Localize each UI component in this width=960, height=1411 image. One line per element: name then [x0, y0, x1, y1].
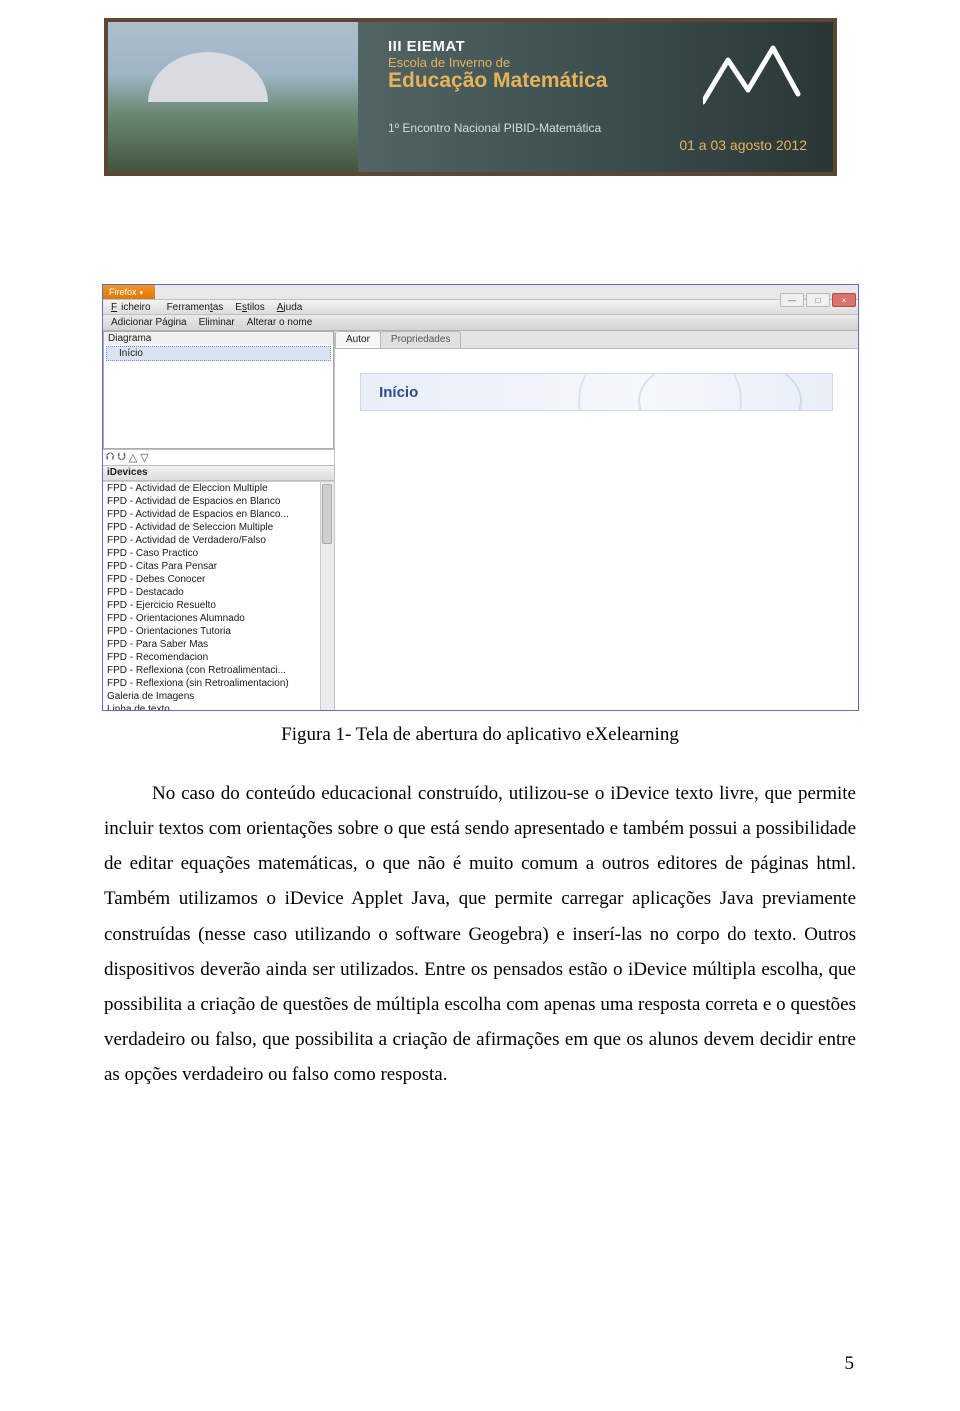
- idevices-scrollbar[interactable]: [320, 482, 334, 710]
- menu-estilos[interactable]: Estilos: [231, 302, 268, 313]
- content-row: Diagrama Início ⮉ ⮋ △ ▽ iDevices FPD - A…: [103, 331, 858, 710]
- menu-ajuda[interactable]: Ajuda: [273, 302, 307, 313]
- firefox-tab-strip: Firefox — □ ×: [103, 285, 858, 299]
- figure-caption: Figura 1- Tela de abertura do aplicativo…: [0, 724, 960, 746]
- tab-autor[interactable]: Autor: [335, 331, 381, 348]
- promote-icon[interactable]: ⮉: [106, 451, 114, 464]
- rename-page-button[interactable]: Alterar o nome: [242, 317, 318, 328]
- tab-propriedades[interactable]: Propriedades: [380, 331, 461, 348]
- outline-header: Diagrama: [104, 332, 333, 345]
- idevice-item[interactable]: FPD - Destacado: [103, 586, 334, 599]
- editor-area: Autor Propriedades Início: [335, 331, 858, 710]
- delete-page-button[interactable]: Eliminar: [194, 317, 240, 328]
- menu-ferramentas[interactable]: Ferramentas: [163, 302, 228, 313]
- menu-ficheiro[interactable]: Ficheiro: [107, 302, 159, 313]
- idevices-list: FPD - Actividad de Eleccion Multiple FPD…: [103, 481, 334, 710]
- idevice-item[interactable]: FPD - Actividad de Seleccion Multiple: [103, 521, 334, 534]
- idevice-item[interactable]: FPD - Caso Practico: [103, 547, 334, 560]
- idevice-item[interactable]: FPD - Citas Para Pensar: [103, 560, 334, 573]
- outline-nav-icons: ⮉ ⮋ △ ▽: [103, 449, 334, 465]
- idevice-item[interactable]: FPD - Recomendacion: [103, 651, 334, 664]
- close-button[interactable]: ×: [832, 293, 856, 307]
- banner-subtitle: 1º Encontro Nacional PIBID-Matemática: [388, 121, 815, 135]
- idevices-header: iDevices: [103, 465, 334, 481]
- mountain-icon: [703, 42, 813, 112]
- idevice-item[interactable]: Galeria de Imagens: [103, 690, 334, 703]
- idevice-item[interactable]: FPD - Orientaciones Alumnado: [103, 612, 334, 625]
- banner-date: 01 a 03 agosto 2012: [388, 137, 815, 153]
- exe-screenshot: Firefox — □ × Ficheiro Ferramentas Estil…: [102, 284, 859, 711]
- idevice-item[interactable]: FPD - Actividad de Espacios en Blanco...: [103, 508, 334, 521]
- idevice-item[interactable]: FPD - Debes Conocer: [103, 573, 334, 586]
- scrollbar-thumb[interactable]: [322, 484, 332, 544]
- idevice-item[interactable]: FPD - Reflexiona (con Retroalimentaci...: [103, 664, 334, 677]
- maximize-button[interactable]: □: [806, 293, 830, 307]
- demote-icon[interactable]: ⮋: [117, 451, 125, 464]
- menu-bar: Ficheiro Ferramentas Estilos Ajuda: [103, 299, 858, 315]
- body-text: No caso do conteúdo educacional construí…: [104, 776, 856, 1092]
- idevice-item[interactable]: FPD - Para Saber Mas: [103, 638, 334, 651]
- idevice-item[interactable]: FPD - Actividad de Espacios en Blanco: [103, 495, 334, 508]
- event-banner: III EIEMAT Escola de Inverno de Educação…: [104, 18, 837, 176]
- firefox-menu-button[interactable]: Firefox: [103, 285, 155, 299]
- idevice-item[interactable]: Linha de texto: [103, 703, 334, 710]
- move-up-icon[interactable]: △: [129, 451, 137, 464]
- window-controls: — □ ×: [780, 293, 856, 307]
- page-toolbar: Adicionar Página Eliminar Alterar o nome: [103, 315, 858, 331]
- outline-panel: Diagrama Início: [103, 331, 334, 449]
- left-sidebar: Diagrama Início ⮉ ⮋ △ ▽ iDevices FPD - A…: [103, 331, 335, 710]
- outline-item-inicio[interactable]: Início: [106, 346, 331, 361]
- idevice-item[interactable]: FPD - Reflexiona (sin Retroalimentacion): [103, 677, 334, 690]
- page-title-text: Início: [379, 384, 418, 401]
- idevice-item[interactable]: FPD - Actividad de Eleccion Multiple: [103, 482, 334, 495]
- minimize-button[interactable]: —: [780, 293, 804, 307]
- body-paragraph: No caso do conteúdo educacional construí…: [104, 776, 856, 1092]
- move-down-icon[interactable]: ▽: [140, 451, 148, 464]
- page-number: 5: [845, 1353, 855, 1375]
- idevice-item[interactable]: FPD - Ejercicio Resuelto: [103, 599, 334, 612]
- banner-photo: [108, 22, 358, 172]
- add-page-button[interactable]: Adicionar Página: [106, 317, 192, 328]
- editor-tabs: Autor Propriedades: [335, 331, 858, 349]
- page-title-bar: Início: [360, 373, 833, 411]
- banner-text-block: III EIEMAT Escola de Inverno de Educação…: [358, 22, 833, 172]
- idevice-item[interactable]: FPD - Actividad de Verdadero/Falso: [103, 534, 334, 547]
- page-preview: Início: [335, 349, 858, 710]
- idevice-item[interactable]: FPD - Orientaciones Tutoria: [103, 625, 334, 638]
